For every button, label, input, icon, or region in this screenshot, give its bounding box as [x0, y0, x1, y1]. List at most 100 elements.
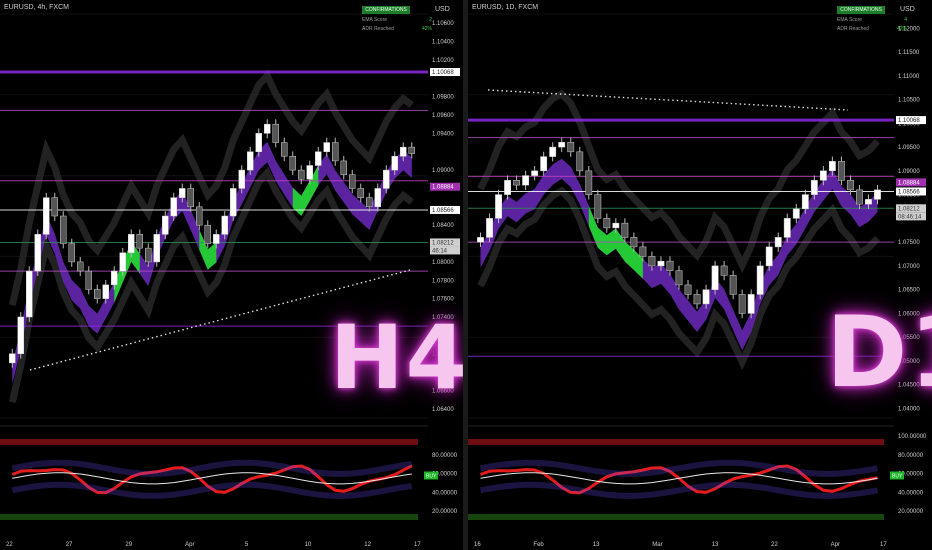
candle: [594, 194, 602, 219]
candle: [357, 188, 364, 198]
candle: [281, 142, 288, 157]
candle: [391, 156, 398, 171]
osc-axis-tick: 20.00000: [432, 509, 458, 515]
adr-label: ADR Reached: [837, 26, 869, 32]
price-axis-tick: 1.10600: [432, 21, 454, 27]
symbol-label: EURUSD, 1D, FXCM: [472, 4, 539, 11]
chart-canvas-h4[interactable]: 1.10600 1.10400 1.10200 1.09800 1.09600 1.094…: [0, 0, 463, 550]
time-axis-tick: 22: [6, 542, 13, 548]
candle: [238, 169, 245, 189]
price-axis-tick: 1.07800: [432, 278, 454, 284]
confirmations-panel: CONFIRMATIONS EMA Score 2 ADR Reached 42%: [362, 6, 432, 32]
price-axis-tick: 1.10200: [432, 58, 454, 64]
candle: [136, 234, 143, 249]
price-axis-tick: 1.09500: [898, 145, 920, 151]
candle: [68, 243, 75, 263]
osc-oversold-zone: [0, 514, 418, 520]
candle: [204, 224, 211, 244]
time-axis-tick: 13: [712, 542, 719, 548]
candle: [306, 165, 313, 180]
price-tag-label: 46:14: [432, 248, 448, 254]
candle: [264, 123, 271, 134]
ema-score-value: 4: [904, 17, 907, 23]
adr-value: 42%: [896, 26, 907, 32]
price-axis-tick: 1.11500: [898, 50, 920, 56]
price-tag-label: 1.08566: [898, 189, 920, 195]
candle: [170, 197, 177, 217]
chart-panel-h4[interactable]: 1.10600 1.10400 1.10200 1.09800 1.09600 1.094…: [0, 0, 463, 550]
candle: [272, 123, 279, 143]
candle: [43, 197, 50, 235]
candle: [51, 197, 58, 217]
price-tag-label: 1.08884: [898, 180, 920, 186]
osc-axis-tick: 100.00000: [898, 434, 927, 440]
candle: [603, 218, 611, 229]
candle: [576, 151, 584, 172]
candle: [298, 169, 305, 180]
price-axis-tick: 1.08000: [432, 260, 454, 266]
candle: [810, 180, 818, 195]
candle: [847, 180, 854, 191]
candle: [400, 146, 407, 157]
symbol-label: EURUSD, 4h, FXCM: [4, 4, 69, 11]
candle: [522, 175, 530, 186]
candle: [828, 161, 836, 172]
candle: [332, 142, 339, 162]
candle: [495, 194, 502, 219]
candle: [666, 260, 674, 271]
candle: [558, 142, 566, 148]
time-axis-tick: 10: [305, 542, 312, 548]
candle: [119, 252, 126, 272]
candle: [648, 256, 656, 267]
candle: [34, 234, 41, 272]
time-axis-tick: 17: [414, 542, 421, 548]
chart-panel-d1[interactable]: 1.12000 1.11500 1.11000 1.10500 1.10000 1.095…: [468, 0, 932, 550]
time-axis-tick: 5: [245, 542, 249, 548]
adr-value: 42%: [421, 26, 432, 32]
time-axis-tick: 16: [474, 542, 481, 548]
candle: [720, 265, 728, 276]
candle: [17, 316, 24, 354]
price-tag-label: 1.08566: [432, 208, 454, 214]
candle: [783, 218, 791, 238]
time-axis-tick: 17: [880, 542, 887, 548]
price-axis-tick: 1.09000: [432, 168, 454, 174]
candle: [684, 284, 692, 295]
candle: [675, 270, 683, 286]
confirmations-panel: CONFIRMATIONS EMA Score 4 ADR Reached 42%: [837, 6, 907, 32]
candle: [693, 294, 701, 305]
candle: [349, 174, 356, 189]
price-axis-tick: 1.07000: [898, 264, 920, 270]
candle: [408, 146, 415, 154]
time-axis-tick: 12: [364, 542, 371, 548]
candle: [102, 284, 109, 299]
candle: [9, 353, 16, 364]
price-tag-label: 1.08212: [898, 206, 920, 212]
price-axis-tick: 1.09400: [432, 131, 454, 137]
candle: [94, 289, 101, 299]
price-axis-tick: 1.06500: [898, 288, 920, 294]
price-tag-label: 1.08212: [432, 240, 454, 246]
time-axis-tick: Feb: [533, 542, 544, 548]
candle: [230, 188, 237, 217]
candle: [111, 270, 118, 286]
chart-canvas-d1[interactable]: 1.120001.115001.110001.105001.100001.095…: [468, 0, 932, 550]
candle: [179, 188, 186, 198]
candle: [486, 218, 493, 238]
candle: [383, 169, 390, 189]
candle: [145, 247, 152, 263]
candle: [801, 194, 809, 210]
time-axis-tick: 29: [125, 542, 132, 548]
candle: [128, 234, 135, 253]
candle: [374, 188, 381, 208]
candle: [756, 265, 764, 295]
price-axis-tick: 1.07600: [432, 297, 454, 303]
osc-overbought-zone: [0, 439, 418, 445]
candle: [323, 142, 330, 152]
candle: [630, 237, 638, 248]
time-axis-tick: Apr: [831, 542, 840, 548]
candle: [585, 170, 593, 195]
candle: [747, 294, 755, 314]
price-tag-label: 1.10068: [898, 118, 920, 124]
price-axis-tick: 1.10500: [898, 98, 920, 104]
